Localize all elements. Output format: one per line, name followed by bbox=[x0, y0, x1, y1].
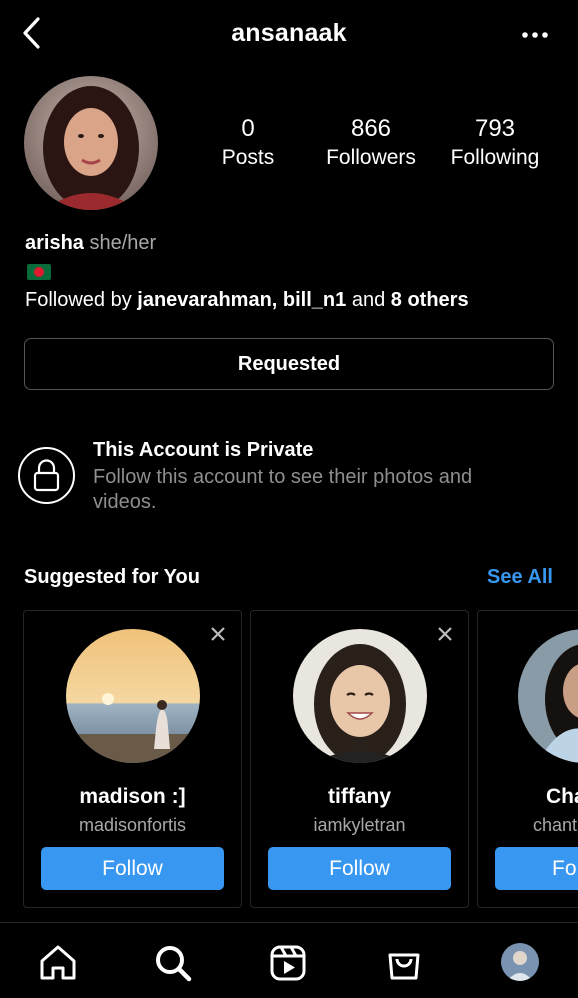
suggestion-avatar[interactable] bbox=[66, 629, 200, 763]
requested-button[interactable]: Requested bbox=[24, 338, 554, 390]
profile-avatar-icon bbox=[501, 943, 539, 981]
posts-stat: 0 Posts bbox=[208, 114, 288, 172]
followed-by-prefix: Followed by bbox=[25, 289, 132, 311]
suggested-section-title: Suggested for You bbox=[24, 566, 200, 588]
followed-by-line[interactable]: Followed by janevarahman, bill_n1 and 8 … bbox=[25, 289, 469, 312]
suggestion-handle: iamkyletran bbox=[313, 815, 406, 835]
followers-stat[interactable]: 866 Followers bbox=[316, 114, 426, 172]
followed-by-others: 8 others bbox=[390, 289, 469, 311]
close-icon bbox=[211, 627, 225, 641]
followed-by-names: janevarahman, bill_n1 bbox=[137, 289, 347, 311]
profile-username-title: ansanaak bbox=[231, 19, 347, 47]
suggestion-name: Cha bbox=[546, 785, 578, 808]
search-icon bbox=[156, 946, 192, 982]
suggestion-handle: chant bbox=[533, 815, 578, 835]
follow-button[interactable]: Fo bbox=[495, 847, 578, 890]
following-label: Following bbox=[450, 146, 540, 169]
suggestion-avatar[interactable] bbox=[293, 629, 427, 763]
nav-reels-tab[interactable] bbox=[268, 943, 308, 983]
followers-count: 866 bbox=[350, 115, 392, 142]
nav-profile-tab[interactable] bbox=[501, 943, 539, 981]
nav-home-tab[interactable] bbox=[38, 943, 78, 983]
suggestion-name: madison :] bbox=[79, 785, 186, 808]
private-account-title: This Account is Private bbox=[93, 439, 314, 461]
suggestion-card[interactable]: madison :] madisonfortis Follow bbox=[23, 610, 242, 908]
see-all-link[interactable]: See All bbox=[487, 566, 553, 589]
pronouns: she/her bbox=[89, 232, 157, 254]
suggestion-name: tiffany bbox=[328, 785, 391, 808]
suggestion-card[interactable]: tiffany iamkyletran Follow bbox=[250, 610, 469, 908]
display-name: arisha bbox=[25, 232, 84, 254]
shop-icon bbox=[388, 953, 420, 980]
nav-shop-tab[interactable] bbox=[384, 943, 424, 983]
top-header: ansanaak bbox=[0, 0, 578, 68]
posts-count: 0 bbox=[241, 115, 255, 142]
follow-button[interactable]: Follow bbox=[268, 847, 451, 890]
close-icon bbox=[438, 627, 452, 641]
profile-avatar[interactable] bbox=[24, 76, 158, 210]
reels-icon bbox=[270, 945, 306, 981]
following-count: 793 bbox=[474, 115, 516, 142]
bottom-navigation-bar bbox=[0, 922, 578, 998]
followers-label: Followers bbox=[326, 146, 416, 169]
suggestion-card[interactable]: Cha chant Fo bbox=[477, 610, 578, 908]
home-icon bbox=[40, 945, 76, 980]
lock-icon bbox=[33, 459, 60, 492]
dismiss-suggestion-button[interactable] bbox=[209, 625, 227, 643]
bangladesh-flag-icon bbox=[27, 264, 51, 280]
private-account-description: Follow this account to see their photos … bbox=[93, 466, 473, 513]
nav-search-tab[interactable] bbox=[153, 943, 193, 983]
suggestion-handle: madisonfortis bbox=[78, 815, 187, 835]
follow-button[interactable]: Follow bbox=[41, 847, 224, 890]
followed-by-and: and bbox=[351, 289, 386, 311]
private-lock-badge bbox=[18, 447, 75, 504]
posts-label: Posts bbox=[221, 146, 275, 169]
more-options-button[interactable] bbox=[520, 22, 550, 48]
more-horizontal-icon bbox=[522, 32, 548, 38]
dismiss-suggestion-button[interactable] bbox=[436, 625, 454, 643]
suggestion-avatar[interactable] bbox=[518, 629, 578, 763]
bio-name-line: arisha she/her bbox=[25, 232, 156, 255]
following-stat[interactable]: 793 Following bbox=[440, 114, 550, 172]
